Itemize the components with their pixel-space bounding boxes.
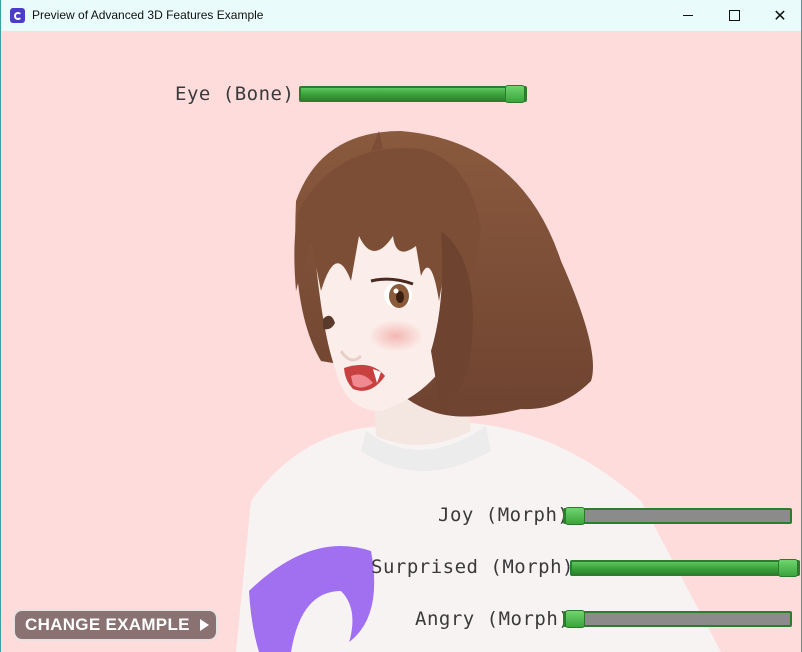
eye-bone-label: Eye (Bone) — [175, 83, 295, 105]
slider-knob[interactable] — [565, 610, 585, 628]
joy-morph-slider[interactable] — [563, 507, 792, 525]
3d-viewport[interactable]: Eye (Bone) Joy (Morph) Surprised (Morph)… — [1, 31, 801, 652]
slider-fill — [301, 88, 515, 100]
slider-fill — [572, 562, 788, 574]
app-icon — [10, 8, 25, 23]
minimize-button[interactable] — [665, 0, 711, 31]
change-example-button[interactable]: CHANGE EXAMPLE — [13, 609, 218, 641]
surprised-morph-label: Surprised (Morph) — [371, 556, 574, 578]
minimize-icon — [683, 15, 693, 16]
window-title: Preview of Advanced 3D Features Example — [32, 8, 264, 22]
surprised-morph-slider[interactable] — [570, 559, 800, 577]
slider-knob[interactable] — [778, 559, 798, 577]
maximize-button[interactable] — [711, 0, 757, 31]
close-button[interactable]: ✕ — [757, 0, 801, 31]
slider-knob[interactable] — [565, 507, 585, 525]
maximize-icon — [728, 10, 740, 21]
joy-morph-label: Joy (Morph) — [438, 504, 570, 526]
angry-morph-label: Angry (Morph) — [415, 608, 571, 630]
slider-knob[interactable] — [505, 85, 525, 103]
eye-bone-slider[interactable] — [299, 85, 527, 103]
change-example-label: CHANGE EXAMPLE — [25, 615, 190, 634]
angry-morph-slider[interactable] — [563, 610, 792, 628]
app-window: Preview of Advanced 3D Features Example … — [0, 0, 802, 652]
title-bar[interactable]: Preview of Advanced 3D Features Example … — [1, 0, 801, 31]
play-icon — [199, 619, 209, 631]
close-icon: ✕ — [773, 5, 787, 25]
